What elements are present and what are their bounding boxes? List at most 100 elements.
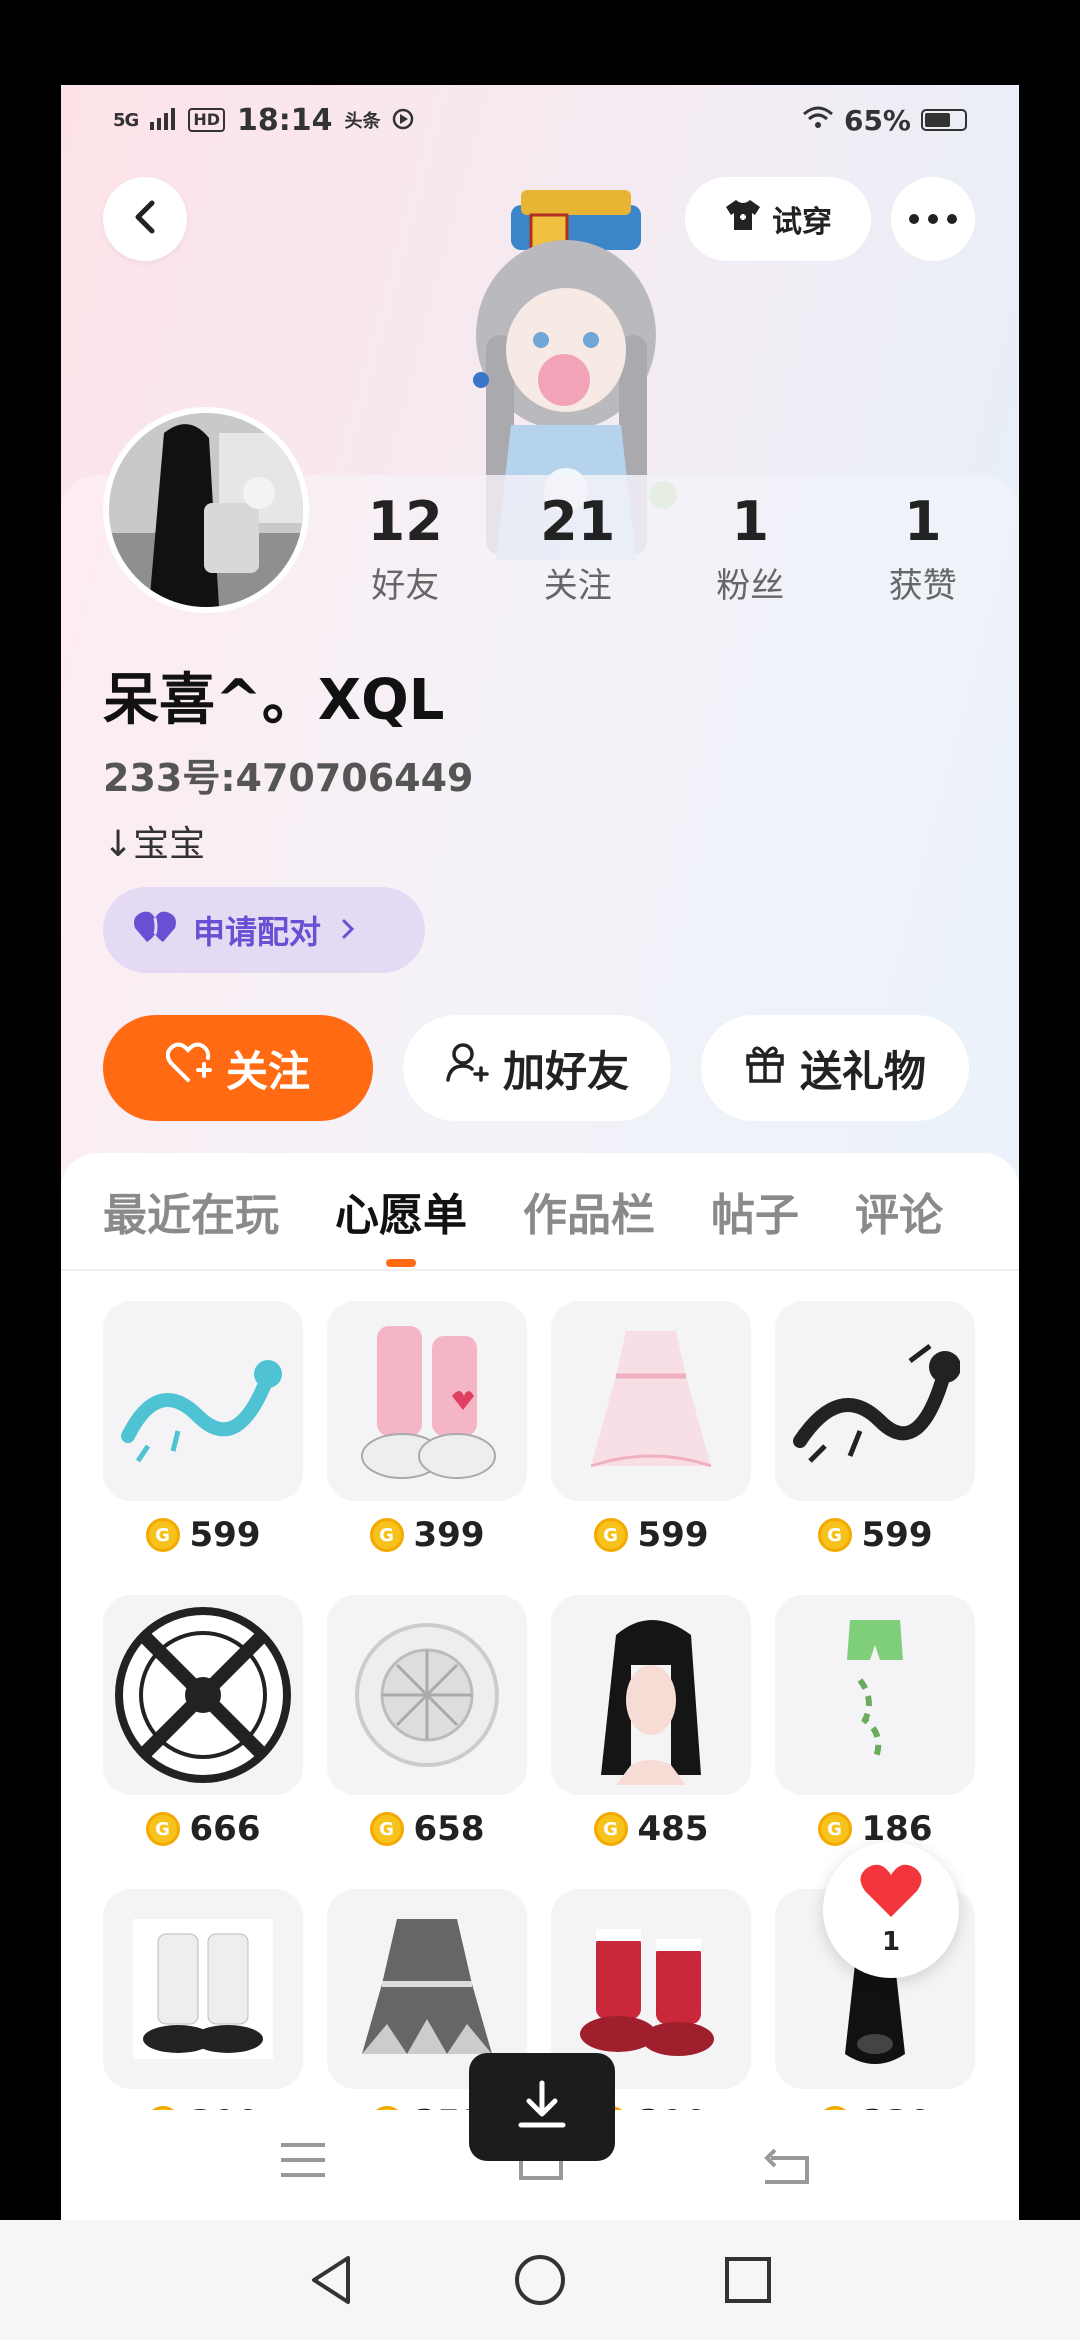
- user-avatar[interactable]: [103, 407, 309, 613]
- item-thumbnail: [327, 1301, 527, 1501]
- tab-comments[interactable]: 评论: [855, 1179, 943, 1243]
- item-thumbnail: [775, 1595, 975, 1795]
- stat-label: 好友: [371, 566, 440, 606]
- nickname: 呆喜^。XQL: [103, 668, 445, 733]
- pair-request-button[interactable]: 申请配对: [103, 887, 425, 973]
- coin-icon: G: [369, 1518, 404, 1552]
- app-tag: 头条: [344, 111, 381, 132]
- heart-plus-icon: [165, 1042, 212, 1094]
- tab-posts[interactable]: 帖子: [711, 1179, 799, 1243]
- wishlist-item[interactable]: G 485: [551, 1595, 751, 1849]
- back-button[interactable]: [103, 177, 187, 261]
- stat-label: 关注: [543, 566, 612, 606]
- try-on-label: 试穿: [772, 205, 832, 240]
- add-friend-button[interactable]: 加好友: [403, 1015, 671, 1121]
- wishlist-item[interactable]: G 599: [103, 1301, 303, 1555]
- coin-icon: G: [145, 1518, 180, 1552]
- like-count: 1: [881, 1927, 901, 1957]
- price-value: 658: [413, 1809, 485, 1849]
- stat-fans[interactable]: 1 粉丝: [664, 490, 837, 607]
- chevron-right-icon: [341, 913, 355, 948]
- price-value: 599: [189, 1515, 261, 1555]
- follow-label: 关注: [225, 1046, 310, 1096]
- coin-icon: G: [817, 1518, 852, 1552]
- item-price: G 485: [551, 1809, 751, 1849]
- item-price: G 599: [551, 1515, 751, 1555]
- wishlist-item[interactable]: G 599: [775, 1301, 975, 1555]
- wifi-icon: [802, 104, 834, 137]
- try-on-button[interactable]: 试穿: [685, 177, 871, 261]
- price-value: 485: [637, 1809, 709, 1849]
- item-price: G 599: [775, 1515, 975, 1555]
- coin-icon: G: [145, 1812, 180, 1846]
- tab-bar: 最近在玩 心愿单 作品栏 帖子 评论: [61, 1153, 1019, 1271]
- more-button[interactable]: [891, 177, 975, 261]
- item-price: G 599: [103, 1515, 303, 1555]
- signal-icon: [150, 103, 176, 138]
- item-thumbnail: [775, 1301, 975, 1501]
- stat-value: 21: [540, 490, 616, 553]
- coin-icon: G: [593, 1812, 628, 1846]
- battery-fill: [925, 113, 950, 127]
- price-value: 666: [189, 1809, 261, 1849]
- wishlist-item[interactable]: G 399: [327, 1301, 527, 1555]
- stat-label: 获赞: [888, 566, 957, 606]
- system-recents-icon[interactable]: [724, 2256, 772, 2304]
- stat-following[interactable]: 21 关注: [492, 490, 665, 607]
- gift-icon: [744, 1042, 786, 1094]
- return-icon[interactable]: [761, 2146, 811, 2190]
- hd-badge: HD: [188, 108, 225, 132]
- tab-recent[interactable]: 最近在玩: [103, 1179, 279, 1243]
- heart-icon: [859, 1863, 923, 1923]
- chevron-left-icon: [130, 197, 160, 241]
- network-indicator: 5G: [113, 109, 139, 131]
- stat-likes[interactable]: 1 获赞: [837, 490, 1010, 607]
- system-nav-bar: [0, 2220, 1080, 2340]
- more-dots-icon: [908, 210, 958, 229]
- gift-label: 送礼物: [799, 1046, 926, 1096]
- stat-value: 1: [731, 490, 770, 553]
- item-thumbnail: [103, 1595, 303, 1795]
- item-thumbnail: [103, 1301, 303, 1501]
- coin-icon: G: [369, 1812, 404, 1846]
- app-screen: 5G HD 18:14 头条 65% 试穿 12 好友 21 关注 1 粉丝 1…: [61, 85, 1019, 2220]
- wishlist-item[interactable]: G 658: [327, 1595, 527, 1849]
- wishlist-item[interactable]: G 399: [103, 1889, 303, 2143]
- add-friend-label: 加好友: [502, 1046, 629, 1096]
- send-gift-button[interactable]: 送礼物: [701, 1015, 969, 1121]
- add-user-icon: [445, 1042, 489, 1094]
- status-time: 18:14: [236, 102, 333, 138]
- pair-label: 申请配对: [193, 913, 322, 951]
- item-price: G 658: [327, 1809, 527, 1849]
- stats-row: 12 好友 21 关注 1 粉丝 1 获赞: [319, 490, 1009, 607]
- system-home-icon[interactable]: [513, 2253, 567, 2307]
- status-bar: 5G HD 18:14 头条 65%: [61, 85, 1019, 155]
- like-float-button[interactable]: 1: [823, 1842, 959, 1978]
- download-button[interactable]: [469, 2053, 615, 2161]
- price-value: 599: [861, 1515, 933, 1555]
- item-thumbnail: [327, 1595, 527, 1795]
- wishlist-item[interactable]: G 186: [775, 1595, 975, 1849]
- tshirt-icon: [724, 198, 762, 240]
- wishlist-item[interactable]: G 666: [103, 1595, 303, 1849]
- menu-icon[interactable]: [279, 2142, 327, 2182]
- system-back-icon[interactable]: [308, 2254, 356, 2306]
- item-thumbnail: [103, 1889, 303, 2089]
- coin-icon: G: [817, 1812, 852, 1846]
- battery-percent: 65%: [843, 103, 911, 137]
- stat-friends[interactable]: 12 好友: [319, 490, 492, 607]
- wishlist-item[interactable]: G 599: [551, 1301, 751, 1555]
- item-price: G 666: [103, 1809, 303, 1849]
- tab-wishlist[interactable]: 心愿单: [335, 1179, 467, 1267]
- stat-value: 12: [367, 490, 443, 553]
- play-icon: [392, 103, 414, 138]
- bio: ↓宝宝: [103, 824, 206, 865]
- item-thumbnail: [551, 1595, 751, 1795]
- coin-icon: G: [593, 1518, 628, 1552]
- action-row: 关注 加好友 送礼物: [103, 1015, 977, 1121]
- follow-button[interactable]: 关注: [103, 1015, 373, 1121]
- item-thumbnail: [551, 1301, 751, 1501]
- tab-works[interactable]: 作品栏: [523, 1179, 655, 1243]
- stat-label: 粉丝: [716, 566, 785, 606]
- battery-icon: [921, 109, 967, 131]
